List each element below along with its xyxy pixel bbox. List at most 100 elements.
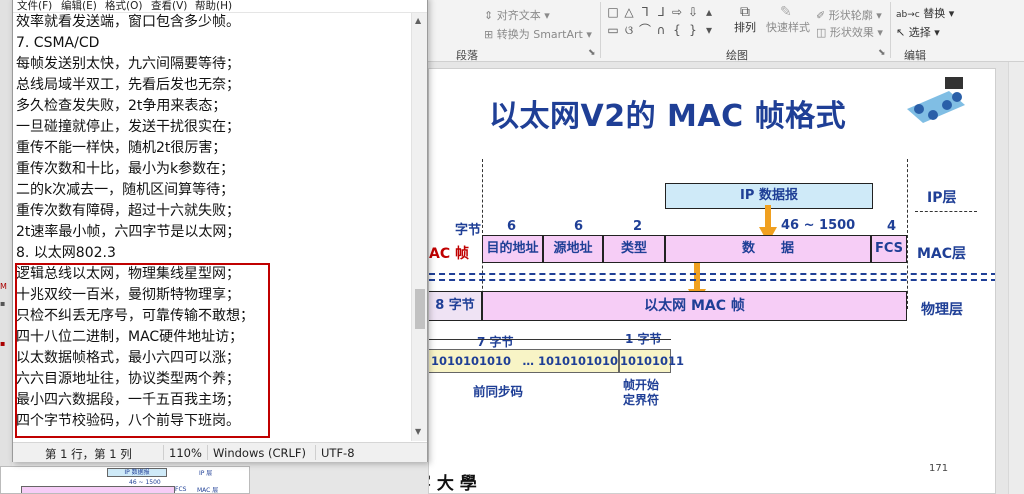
paragraph-launcher-icon[interactable]: ⬊: [588, 48, 596, 58]
replace-icon: ab→c: [896, 10, 920, 20]
preamble-bits: 1010101010 … 1010101010: [429, 349, 619, 373]
notepad-window[interactable]: 文件(F) 编辑(E) 格式(O) 查看(V) 帮助(H) 效率就看发送端，窗口…: [12, 0, 428, 462]
text-line: 8. 以太网802.3: [16, 245, 116, 261]
smartart-icon: ⊞: [484, 28, 494, 41]
guide-line: [482, 159, 483, 309]
ip-layer-label: IP层: [927, 190, 957, 206]
thumb-fcs: FCS: [175, 486, 187, 493]
connector-shape-icon[interactable]: ᒣ: [638, 6, 652, 18]
status-separator: [207, 445, 208, 460]
text-line: 7. CSMA/CD: [16, 35, 100, 51]
ethernet-mac-frame-box: 以太网 MAC 帧: [482, 291, 907, 321]
slide-canvas[interactable]: 以太网V2的 MAC 帧格式 IP 数据报 IP层 字节 6 6 2 46 ~ …: [428, 68, 996, 494]
ip-layer-divider: [915, 211, 977, 212]
mac-layer-label: MAC层: [917, 246, 967, 262]
layer-separator: [429, 273, 995, 275]
gallery-up-icon[interactable]: ▴: [702, 6, 716, 18]
field-size-dest: 6: [507, 219, 517, 234]
arrange-button[interactable]: ⧉ 排列: [732, 4, 762, 44]
quick-styles-button[interactable]: ✎ 快速样式: [764, 4, 812, 44]
shape-effects-button[interactable]: ◫ 形状效果 ▾: [816, 24, 883, 40]
physical-layer-label: 物理层: [921, 302, 963, 318]
text-line: 二的k次减去一，随机区间算等待；: [16, 182, 235, 198]
thumbnail-strip[interactable]: M ▪ ▪: [0, 0, 12, 494]
menu-edit[interactable]: 编辑(E): [61, 0, 97, 13]
slide-scrollbar[interactable]: [1008, 62, 1024, 494]
scrollbar-thumb[interactable]: [415, 289, 425, 329]
text-line: 2t速率最小帧，六四字节是以太网；: [16, 224, 241, 240]
shape-outline-button[interactable]: ✐ 形状轮廓 ▾: [816, 7, 882, 23]
notepad-menubar: 文件(F) 编辑(E) 格式(O) 查看(V) 帮助(H): [13, 0, 427, 13]
notepad-scrollbar[interactable]: ▲ ▼: [411, 13, 427, 441]
editing-group-label: 编辑: [904, 49, 926, 62]
text-line: 效率就看发送端，窗口包含多少帧。: [16, 14, 240, 30]
powerpoint-ribbon: ⇕ 对齐文本 ▾ ⊞ 转换为 SmartArt ▾ 段落 ⬊ □ △ ᒣ ᒧ ⇨…: [428, 0, 1024, 62]
status-separator: [163, 445, 164, 460]
field-dest-address: 目的地址: [482, 235, 543, 263]
field-size-type: 2: [633, 219, 643, 234]
desktop: ⇕ 对齐文本 ▾ ⊞ 转换为 SmartArt ▾ 段落 ⬊ □ △ ᒣ ᒧ ⇨…: [0, 0, 1024, 494]
paragraph-group-label: 段落: [456, 49, 478, 62]
elbow-shape-icon[interactable]: ᒧ: [654, 6, 668, 18]
field-size-data: 46 ~ 1500: [781, 218, 856, 233]
slide-editing-area: 以太网V2的 MAC 帧格式 IP 数据报 IP层 字节 6 6 2 46 ~ …: [428, 62, 1024, 494]
menu-format[interactable]: 格式(O): [105, 0, 142, 13]
line-ending: Windows (CRLF): [213, 446, 307, 460]
slide-title: 以太网V2的 MAC 帧格式: [489, 99, 847, 134]
brace-left-shape-icon[interactable]: {: [670, 24, 684, 36]
cursor-icon: ↖: [896, 26, 906, 39]
thumb-ip-layer: IP 层: [199, 470, 213, 477]
text-line: 一旦碰撞就停止，发送干扰很实在；: [16, 119, 240, 135]
drawing-launcher-icon[interactable]: ⬊: [878, 48, 886, 58]
arrow-down-shape-icon[interactable]: ⇩: [686, 6, 700, 18]
convert-smartart-button[interactable]: ⊞ 转换为 SmartArt ▾: [484, 26, 592, 42]
preamble-8-bytes: 8 字节: [429, 291, 482, 321]
bytes-label: 字节: [455, 223, 482, 238]
menu-file[interactable]: 文件(F): [17, 0, 52, 13]
replace-button[interactable]: ab→c 替换 ▾: [896, 5, 954, 21]
layer-separator: [429, 279, 995, 281]
menu-view[interactable]: 查看(V): [151, 0, 187, 13]
thumbnail-fragment: M: [0, 282, 7, 291]
text-line: 多久检查发失败，2t争用来表态；: [16, 98, 227, 114]
ribbon-separator: [600, 2, 601, 58]
triangle-shape-icon[interactable]: △: [622, 6, 636, 18]
align-text-icon: ⇕: [484, 9, 494, 22]
menu-help[interactable]: 帮助(H): [195, 0, 232, 13]
slide-thumbnail[interactable]: IP 数据报 IP 层 46 ~ 1500 FCS MAC 层: [0, 466, 250, 494]
text-line: 重传不能一样快，随机2t很厉害；: [16, 140, 227, 156]
sfd-bits: 10101011: [619, 349, 684, 373]
shape-effects-icon: ◫: [816, 26, 827, 39]
arrow-right-shape-icon[interactable]: ⇨: [670, 6, 684, 18]
text-line: 总线局域半双工，先看后发也无奈；: [16, 77, 240, 93]
rectangle-shape-icon[interactable]: □: [606, 6, 620, 18]
mac-frame-label: AC 帧: [429, 246, 469, 262]
scroll-down-icon[interactable]: ▼: [415, 427, 421, 436]
text-line: 重传次数有障碍，超过十六就失败；: [16, 203, 240, 219]
thumb-mac-layer: MAC 层: [197, 487, 219, 494]
preamble-label: 前同步码: [473, 384, 524, 399]
ribbon-separator: [890, 2, 891, 58]
pen-icon: ✐: [816, 9, 826, 22]
loop-shape-icon[interactable]: ଓ: [622, 24, 636, 36]
gallery-more-icon[interactable]: ▾: [702, 24, 716, 36]
thumb-mac-row: [21, 486, 175, 493]
curve-shape-icon[interactable]: ∩: [654, 24, 668, 36]
arc-shape-icon[interactable]: ⌒: [638, 24, 652, 36]
zoom-level: 110%: [169, 446, 202, 460]
university-logo: 邃 寧 大 學: [429, 474, 477, 494]
quick-styles-icon: ✎: [780, 4, 792, 20]
field-src-address: 源地址: [543, 235, 603, 263]
field-size-fcs: 4: [887, 219, 897, 234]
scroll-up-icon[interactable]: ▲: [415, 16, 421, 25]
field-type: 类型: [603, 235, 665, 263]
brace-right-shape-icon[interactable]: }: [686, 24, 700, 36]
encoding: UTF-8: [321, 446, 355, 460]
align-text-button[interactable]: ⇕ 对齐文本 ▾: [484, 7, 550, 23]
text-line: 重传次数和十比，最小为k参数在；: [16, 161, 235, 177]
network-logo-icon: [907, 77, 965, 123]
textbox-shape-icon[interactable]: ▭: [606, 24, 620, 36]
notepad-text-area[interactable]: 效率就看发送端，窗口包含多少帧。 7. CSMA/CD 每帧发送别太快，九六间隔…: [15, 13, 411, 441]
sfd-bracket: [619, 339, 671, 340]
select-button[interactable]: ↖ 选择 ▾: [896, 24, 940, 40]
